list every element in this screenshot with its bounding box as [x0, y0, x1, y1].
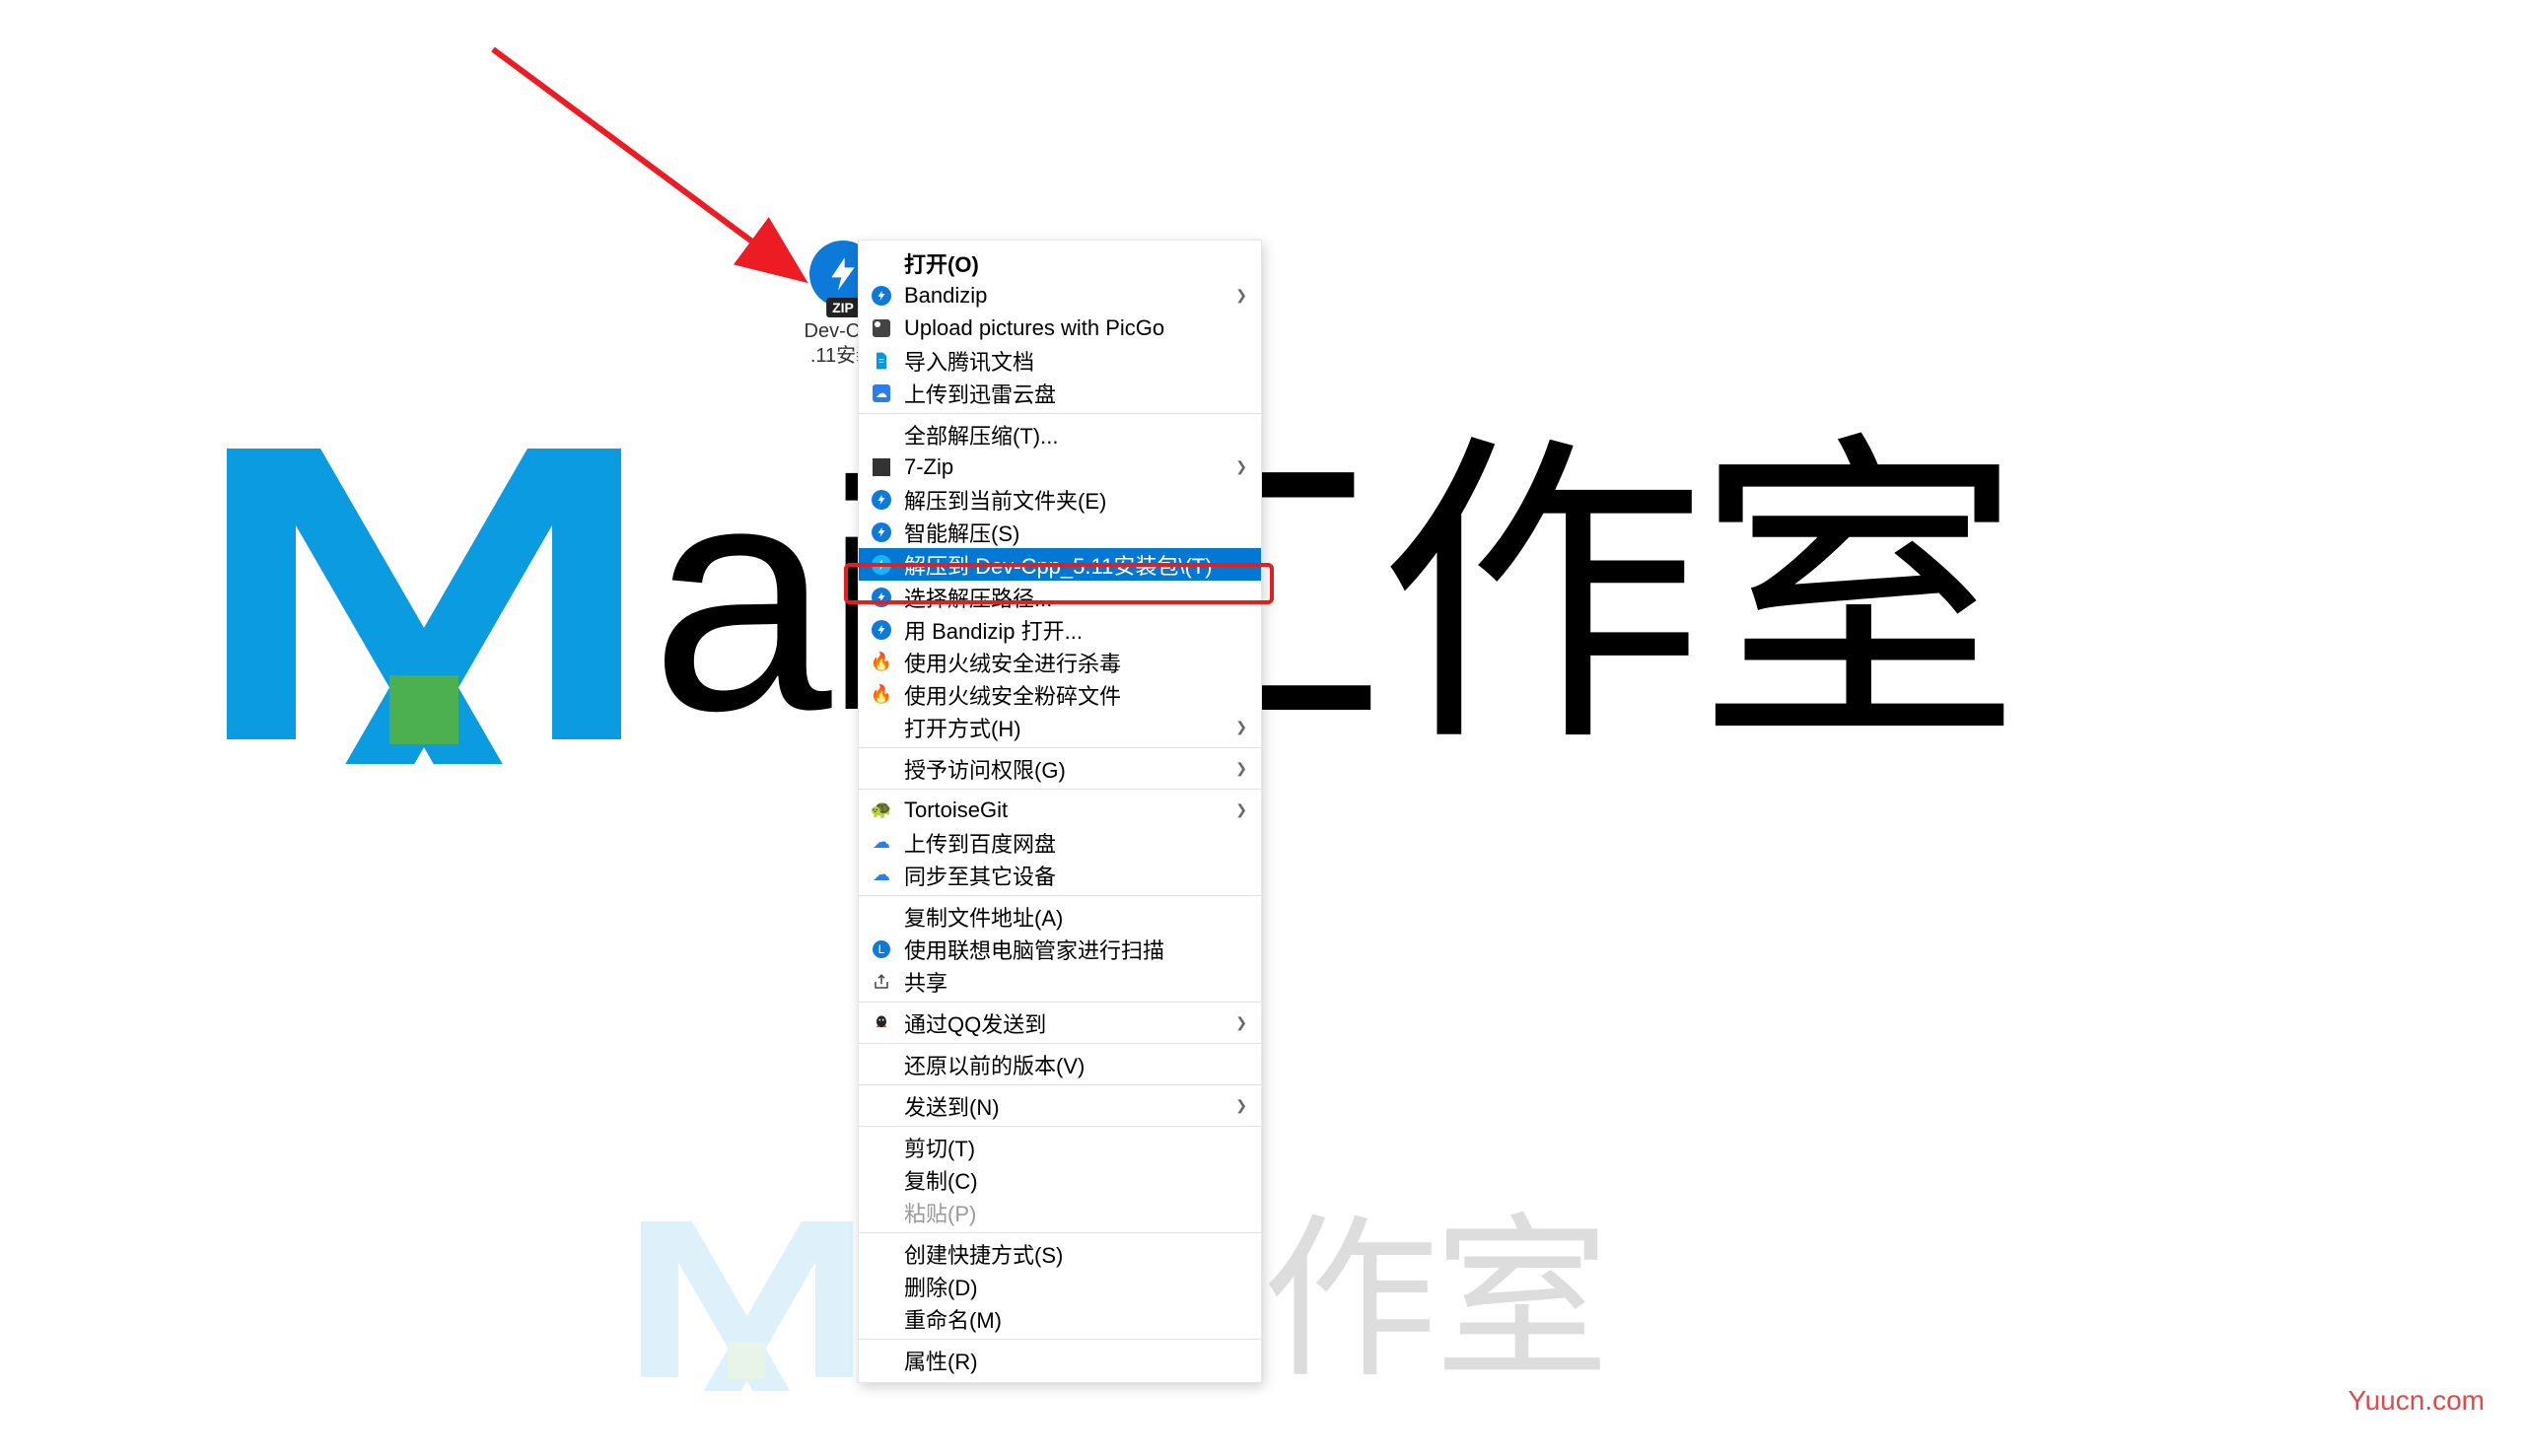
bandizip-icon [869, 490, 894, 510]
menu-paste[interactable]: 粘贴(P) [859, 1196, 1261, 1228]
menu-picgo[interactable]: Upload pictures with PicGo [859, 312, 1261, 344]
submenu-arrow-icon: ❯ [1235, 760, 1247, 777]
menu-restore-previous[interactable]: 还原以前的版本(V) [859, 1048, 1261, 1080]
share-icon [869, 973, 894, 991]
menu-bandizip[interactable]: Bandizip ❯ [859, 279, 1261, 312]
menu-separator [859, 1339, 1261, 1340]
menu-open-with-bandizip[interactable]: 用 Bandizip 打开... [859, 613, 1261, 646]
menu-sync-devices[interactable]: ☁ 同步至其它设备 [859, 859, 1261, 891]
7zip-icon [869, 458, 894, 476]
qq-icon [869, 1013, 894, 1033]
menu-separator [859, 1002, 1261, 1003]
xunlei-icon: ☁ [869, 384, 894, 402]
menu-delete[interactable]: 删除(D) [859, 1270, 1261, 1302]
submenu-arrow-icon: ❯ [1235, 719, 1247, 735]
baidu-icon: ☁ [869, 832, 894, 853]
bandizip-icon [869, 620, 894, 640]
submenu-arrow-icon: ❯ [1235, 1097, 1247, 1114]
menu-cut[interactable]: 剪切(T) [859, 1131, 1261, 1163]
menu-copy[interactable]: 复制(C) [859, 1163, 1261, 1196]
lenovo-icon: L [869, 940, 894, 958]
menu-separator [859, 1126, 1261, 1127]
menu-separator [859, 1232, 1261, 1233]
menu-rename[interactable]: 重命名(M) [859, 1302, 1261, 1335]
bandizip-icon [869, 522, 894, 542]
menu-open-with[interactable]: 打开方式(H) ❯ [859, 711, 1261, 743]
menu-copy-path[interactable]: 复制文件地址(A) [859, 900, 1261, 933]
menu-huorong-scan[interactable]: 🔥 使用火绒安全进行杀毒 [859, 646, 1261, 678]
picgo-icon [869, 319, 894, 337]
menu-extract-here[interactable]: 解压到当前文件夹(E) [859, 483, 1261, 516]
huorong-icon: 🔥 [869, 684, 894, 705]
menu-separator [859, 1084, 1261, 1085]
menu-xunlei[interactable]: ☁ 上传到迅雷云盘 [859, 377, 1261, 409]
menu-extract-to-folder[interactable]: 解压到 Dev-Cpp_5.11安装包\(T) [859, 548, 1261, 581]
menu-extract-all[interactable]: 全部解压缩(T)... [859, 418, 1261, 451]
submenu-arrow-icon: ❯ [1235, 287, 1247, 304]
context-menu: 打开(O) Bandizip ❯ Upload pictures with Pi… [858, 240, 1262, 1383]
menu-separator [859, 1043, 1261, 1044]
menu-open[interactable]: 打开(O) [859, 246, 1261, 279]
yuucn-watermark: Yuucn.com [2348, 1385, 2485, 1417]
menu-baidu-upload[interactable]: ☁ 上传到百度网盘 [859, 826, 1261, 859]
menu-tortoisegit[interactable]: 🐢 TortoiseGit ❯ [859, 794, 1261, 826]
submenu-arrow-icon: ❯ [1235, 458, 1247, 475]
menu-choose-path[interactable]: 选择解压路径... [859, 581, 1261, 613]
menu-separator [859, 895, 1261, 896]
menu-grant-access[interactable]: 授予访问权限(G) ❯ [859, 752, 1261, 785]
menu-lenovo-scan[interactable]: L 使用联想电脑管家进行扫描 [859, 933, 1261, 965]
menu-create-shortcut[interactable]: 创建快捷方式(S) [859, 1237, 1261, 1270]
menu-share[interactable]: 共享 [859, 965, 1261, 998]
tortoisegit-icon: 🐢 [869, 799, 894, 820]
menu-smart-extract[interactable]: 智能解压(S) [859, 516, 1261, 548]
menu-properties[interactable]: 属性(R) [859, 1344, 1261, 1376]
huorong-icon: 🔥 [869, 652, 894, 672]
tencent-docs-icon [869, 351, 894, 371]
menu-separator [859, 747, 1261, 748]
submenu-arrow-icon: ❯ [1235, 801, 1247, 818]
menu-huorong-shred[interactable]: 🔥 使用火绒安全粉碎文件 [859, 678, 1261, 711]
baidu-sync-icon: ☁ [869, 865, 894, 885]
menu-7zip[interactable]: 7-Zip ❯ [859, 451, 1261, 483]
menu-separator [859, 413, 1261, 414]
menu-tencent-docs[interactable]: 导入腾讯文档 [859, 344, 1261, 377]
bandizip-icon [869, 286, 894, 306]
bandizip-icon [869, 588, 894, 607]
submenu-arrow-icon: ❯ [1235, 1014, 1247, 1031]
m-logo-icon [227, 449, 621, 744]
bandizip-icon [869, 555, 894, 575]
menu-separator [859, 789, 1261, 790]
zip-extension-badge: ZIP [826, 298, 860, 317]
menu-qq-send[interactable]: 通过QQ发送到 ❯ [859, 1006, 1261, 1039]
menu-send-to[interactable]: 发送到(N) ❯ [859, 1089, 1261, 1122]
